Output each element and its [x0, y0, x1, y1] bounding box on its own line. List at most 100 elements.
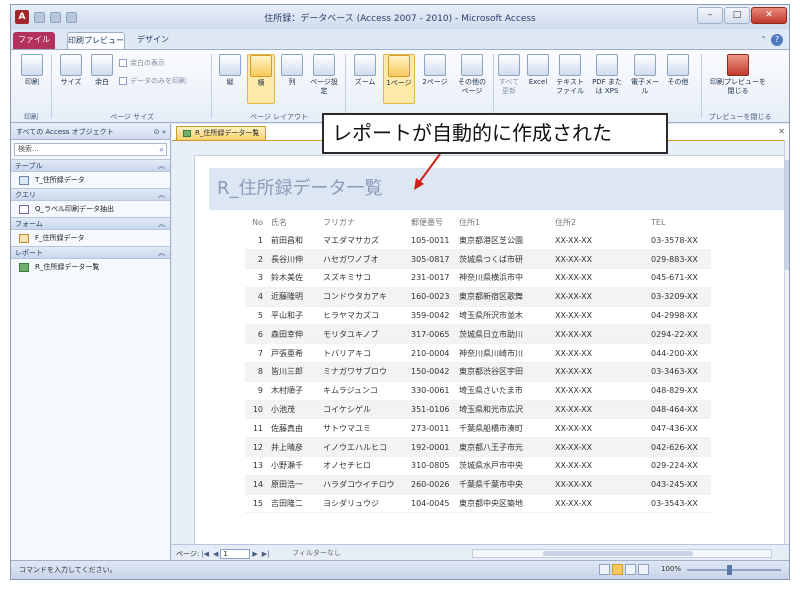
other-pages-button[interactable]: その他のページ — [455, 54, 489, 96]
columns-button[interactable]: 列 — [279, 54, 305, 87]
report-cell: 359-0042 — [411, 306, 459, 326]
zoom-slider-knob[interactable] — [727, 565, 732, 575]
close-preview-label: 印刷プレビューを閉じる — [710, 78, 766, 95]
columns-icon — [281, 54, 303, 76]
report-row: 2 長谷川伸 ハセガワノブオ 305-0817 茨城県つくば市研 XX-XX-XX 029-… — [245, 249, 711, 270]
column-header: 氏名 — [271, 218, 287, 227]
last-page-icon[interactable]: ▶| — [262, 550, 270, 558]
search-icon[interactable]: ⌕ — [160, 144, 164, 155]
landscape-label: 横 — [257, 79, 265, 87]
report-cell: XX-XX-XX — [555, 418, 651, 439]
layout-view-icon[interactable] — [625, 564, 636, 575]
report-cell: XX-XX-XX — [555, 249, 651, 270]
report-cell: 東京都港区芝公園 — [459, 231, 555, 251]
print-preview-canvas[interactable]: R_住所録データ一覧 No 氏名 フリガナ 郵便番号 住所1 住所2 TEL 1… — [172, 140, 784, 544]
text-file-label: テキストファイル — [556, 78, 584, 95]
scroll-thumb[interactable] — [543, 551, 693, 556]
tab-design[interactable]: デザイン — [133, 32, 173, 49]
margin-button[interactable]: 余白 — [89, 54, 115, 87]
report-cell: 茨城県水戸市中央 — [459, 456, 555, 476]
annotation-callout: レポートが自動的に作成された — [322, 113, 668, 154]
zoom-button[interactable]: ズーム — [351, 54, 379, 87]
filter-indicator[interactable]: フィルターなし — [292, 548, 341, 558]
zoom-slider[interactable] — [687, 565, 781, 575]
report-cell: 木村順子 — [271, 381, 323, 401]
help-icon[interactable]: ? — [771, 34, 783, 46]
document-close-icon[interactable]: ✕ — [778, 127, 785, 136]
first-page-icon[interactable]: |◀ — [201, 550, 209, 558]
minimize-button[interactable]: – — [697, 7, 723, 24]
checkbox-box — [119, 59, 127, 67]
landscape-button[interactable]: 横 — [247, 54, 275, 104]
report-cell: 03-3209-XX — [651, 287, 711, 307]
email-icon — [634, 54, 656, 76]
print-data-only-checkbox[interactable]: データのみを印刷 — [119, 76, 186, 86]
margin-label: 余白 — [95, 78, 109, 86]
excel-export-button[interactable]: Excel — [525, 54, 551, 87]
nav-item-table-label: T_住所録データ — [35, 176, 85, 184]
close-button[interactable]: ✕ — [751, 7, 787, 24]
nav-group-forms[interactable]: フォーム ︽ — [11, 217, 170, 230]
horizontal-scrollbar[interactable] — [472, 549, 772, 558]
portrait-button[interactable]: 縦 — [217, 54, 243, 87]
zoom-level[interactable]: 100% — [661, 565, 681, 573]
report-view-icon[interactable] — [599, 564, 610, 575]
nav-item-form[interactable]: F_住所録データ — [11, 230, 170, 246]
report-cell: 047-436-XX — [651, 418, 711, 439]
two-pages-button[interactable]: 2ページ — [419, 54, 451, 87]
document-tab-label: R_住所録データ一覧 — [195, 129, 260, 137]
document-tab[interactable]: R_住所録データ一覧 — [176, 126, 267, 140]
report-cell: 029-224-XX — [651, 456, 711, 476]
tab-file[interactable]: ファイル — [13, 32, 55, 49]
size-button[interactable]: サイズ — [57, 54, 85, 87]
report-cell: ヒラヤマカズコ — [323, 306, 411, 326]
magnifier-icon — [354, 54, 376, 76]
report-cell: コイケシゲル — [323, 400, 411, 420]
show-margin-checkbox[interactable]: 余白の表示 — [119, 58, 165, 68]
nav-item-report[interactable]: R_住所録データ一覧 — [11, 259, 170, 275]
next-page-icon[interactable]: ▶ — [252, 550, 257, 558]
report-cell: 井上晴彦 — [271, 437, 323, 458]
nav-group-tables[interactable]: テーブル ︽ — [11, 159, 170, 172]
maximize-button[interactable]: □ — [724, 7, 750, 24]
tab-print-preview[interactable]: 印刷プレビュー — [67, 32, 125, 49]
refresh-icon — [498, 54, 520, 76]
report-cell: 03-3543-XX — [651, 494, 711, 514]
page-number-input[interactable]: 1 — [220, 548, 251, 559]
close-preview-button[interactable]: 印刷プレビューを閉じる — [709, 54, 767, 96]
previous-page-icon[interactable]: ◀ — [213, 550, 218, 558]
report-cell: XX-XX-XX — [555, 287, 651, 307]
report-cell: 近藤隆明 — [271, 287, 323, 307]
nav-group-queries[interactable]: クエリ ︽ — [11, 188, 170, 201]
report-cell: サトウマユミ — [323, 418, 411, 439]
report-cell: 3 — [245, 268, 271, 288]
nav-collapse-icon[interactable]: ⊙ « — [154, 124, 166, 140]
report-cell: 043-245-XX — [651, 475, 711, 495]
text-file-export-button[interactable]: テキストファイル — [555, 54, 585, 96]
refresh-all-button[interactable]: すべて更新 — [497, 54, 521, 96]
report-cell: 210-0004 — [411, 343, 459, 364]
nav-search-input[interactable]: 検索... ⌕ — [14, 143, 167, 156]
print-preview-view-icon[interactable] — [612, 564, 623, 575]
scroll-thumb[interactable] — [785, 160, 789, 270]
ribbon-minimize-icon[interactable]: ⌃ — [760, 35, 767, 44]
print-button[interactable]: 印刷 — [17, 54, 47, 87]
pdf-xps-export-button[interactable]: PDF または XPS — [589, 54, 625, 96]
one-page-button[interactable]: 1ページ — [383, 54, 415, 104]
email-button[interactable]: 電子メール — [629, 54, 661, 96]
report-cell: 長谷川伸 — [271, 249, 323, 270]
vertical-scrollbar[interactable] — [784, 140, 789, 544]
nav-item-table[interactable]: T_住所録データ — [11, 172, 170, 188]
print-data-only-label: データのみを印刷 — [130, 77, 186, 85]
nav-header[interactable]: すべての Access オブジェクト ⊙ « — [11, 124, 170, 140]
more-icon — [667, 54, 689, 76]
page-setup-button[interactable]: ページ設定 — [309, 54, 339, 96]
report-cell: 03-3463-XX — [651, 362, 711, 382]
design-view-icon[interactable] — [638, 564, 649, 575]
window-controls: – □ ✕ — [696, 7, 787, 24]
nav-group-reports[interactable]: レポート ︽ — [11, 246, 170, 259]
ribbon-separator — [493, 54, 494, 118]
nav-item-query[interactable]: Q_ラベル印刷データ抽出 — [11, 201, 170, 217]
more-export-button[interactable]: その他 — [665, 54, 691, 87]
report-cell: 吉田隆二 — [271, 494, 323, 514]
